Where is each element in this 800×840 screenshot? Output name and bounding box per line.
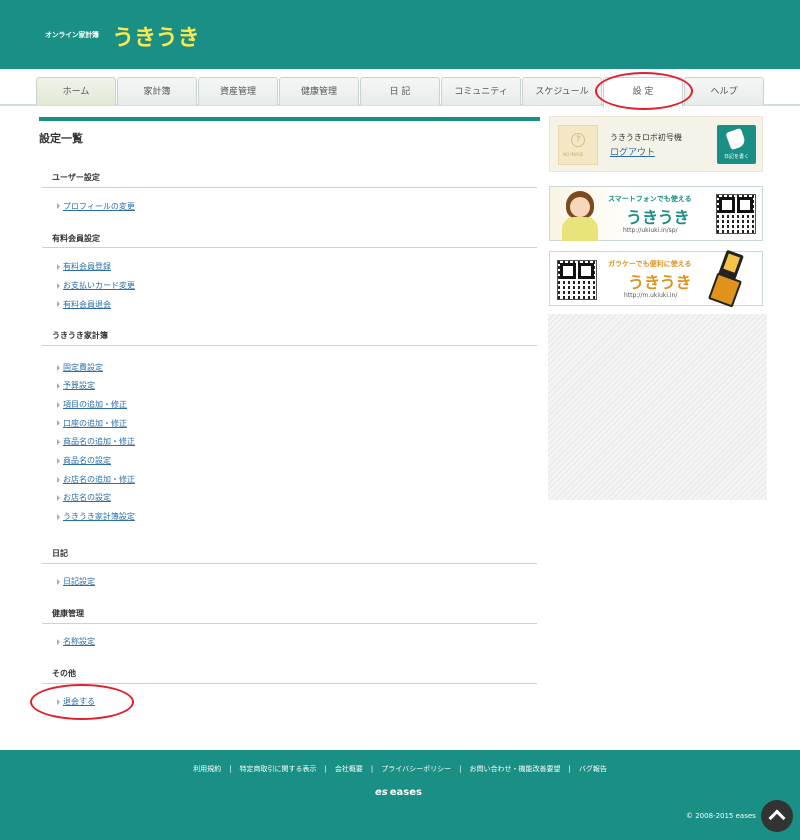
write-diary-label: 日記を書く — [723, 154, 749, 160]
section-heading-health: 健康管理 — [52, 609, 84, 618]
link-bullet-icon — [57, 283, 60, 289]
link-bullet-icon — [57, 699, 60, 705]
section-heading-diary: 日記 — [52, 549, 68, 558]
write-diary-button[interactable]: 日記を書く — [717, 125, 756, 164]
footer-link-company[interactable]: 会社概要 — [335, 765, 363, 773]
link-paid-member-register[interactable]: 有料会員登録 — [63, 261, 111, 272]
tab-community[interactable]: コミュニティ — [441, 77, 521, 105]
link-item-edit[interactable]: 項目の追加・修正 — [63, 399, 127, 410]
link-bullet-icon — [57, 458, 60, 464]
user-info-box: ? NO IMAGE うきうきロボ初号機 ログアウト 日記を書く — [549, 116, 763, 172]
tab-health-management[interactable]: 健康管理 — [279, 77, 359, 105]
footer-links: 利用規約 | 特定商取引に関する表示 | 会社概要 | プライバシーポリシー | お問い合わせ・… — [0, 764, 800, 774]
link-bullet-icon — [57, 439, 60, 445]
section-heading-other: その他 — [52, 669, 76, 678]
title-accent-bar — [39, 117, 540, 121]
flip-phone-illustration — [707, 249, 748, 308]
eases-logo-text: eases — [389, 787, 422, 798]
site-logo[interactable]: うきうき — [112, 20, 200, 52]
link-bullet-icon — [57, 264, 60, 270]
footer-separator: | — [229, 765, 232, 773]
smartphone-banner-brand: うきうき — [626, 208, 690, 227]
avatar-no-image-label: NO IMAGE — [563, 152, 584, 157]
link-bullet-icon — [57, 383, 60, 389]
footer-link-terms[interactable]: 利用規約 — [193, 765, 221, 773]
site-header: オンライン家計簿 うきうき — [0, 0, 800, 69]
tab-diary[interactable]: 日 記 — [360, 77, 440, 105]
link-bullet-icon — [57, 301, 60, 307]
tab-household-budget[interactable]: 家計簿 — [117, 77, 197, 105]
featurephone-banner-title: ガラケーでも便利に使える — [608, 260, 692, 268]
footer-separator: | — [370, 765, 374, 773]
qr-code-icon — [557, 260, 597, 300]
link-budget-settings[interactable]: 予算設定 — [63, 380, 95, 391]
link-store-name-edit[interactable]: お店名の追加・修正 — [63, 474, 135, 485]
avatar[interactable]: ? NO IMAGE — [558, 125, 598, 165]
link-paid-member-cancel[interactable]: 有料会員退会 — [63, 299, 111, 310]
eases-logo: es eases — [375, 787, 422, 798]
link-bullet-icon — [57, 365, 60, 371]
link-bullet-icon — [57, 495, 60, 501]
link-bullet-icon — [57, 579, 60, 585]
link-bullet-icon — [57, 514, 60, 520]
tab-settings[interactable]: 設 定 — [603, 77, 683, 107]
tab-asset-management[interactable]: 資産管理 — [198, 77, 278, 105]
question-icon: ? — [571, 133, 585, 147]
section-divider — [42, 563, 537, 564]
footer-separator: | — [459, 765, 462, 773]
link-bullet-icon — [57, 420, 60, 426]
qr-code-icon — [716, 194, 756, 234]
link-diary-settings[interactable]: 日記設定 — [63, 576, 95, 587]
link-store-name-settings[interactable]: お店名の設定 — [63, 492, 111, 503]
section-divider — [42, 345, 537, 346]
logo-subtitle: オンライン家計簿 — [45, 31, 99, 39]
tab-home[interactable]: ホーム — [36, 77, 116, 105]
footer-separator: | — [324, 765, 327, 773]
back-to-top-button[interactable] — [761, 800, 793, 832]
link-bullet-icon — [57, 639, 60, 645]
pen-icon — [725, 127, 747, 151]
link-bullet-icon — [57, 477, 60, 483]
section-divider — [42, 247, 537, 248]
link-withdraw[interactable]: 退会する — [63, 696, 95, 707]
link-fixed-cost-settings[interactable]: 固定費設定 — [63, 362, 103, 373]
link-name-settings[interactable]: 名称設定 — [63, 636, 95, 647]
smartphone-banner[interactable]: スマートフォンでも使える うきうき http://ukiuki.in/sp/ — [549, 186, 763, 241]
section-heading-user: ユーザー設定 — [52, 173, 100, 182]
footer-link-commerce-law[interactable]: 特定商取引に関する表示 — [240, 765, 317, 773]
eases-logo-mark: es — [375, 787, 388, 798]
smartphone-banner-url: http://ukiuki.in/sp/ — [623, 227, 678, 234]
link-bullet-icon — [57, 203, 60, 209]
link-profile-change[interactable]: プロフィールの変更 — [63, 201, 135, 212]
page-title: 設定一覧 — [39, 132, 83, 145]
username: うきうきロボ初号機 — [610, 133, 682, 142]
smartphone-banner-title: スマートフォンでも使える — [608, 195, 692, 203]
copyright: © 2008-2015 eases — [686, 812, 756, 820]
section-divider — [42, 187, 537, 188]
featurephone-banner[interactable]: ガラケーでも便利に使える うきうき http://m.ukiuki.in/ — [549, 249, 763, 308]
ad-placeholder — [548, 314, 767, 500]
link-ukiuki-budget-settings[interactable]: うきうき家計簿設定 — [63, 511, 135, 522]
footer-separator: | — [568, 765, 571, 773]
section-divider — [42, 623, 537, 624]
link-product-name-settings[interactable]: 商品名の設定 — [63, 455, 111, 466]
link-account-edit[interactable]: 口座の追加・修正 — [63, 418, 127, 429]
footer-link-contact[interactable]: お問い合わせ・機能改善要望 — [469, 765, 560, 773]
footer-link-privacy[interactable]: プライバシーポリシー — [381, 765, 451, 773]
section-heading-household-budget: うきうき家計簿 — [52, 331, 108, 340]
featurephone-banner-brand: うきうき — [628, 273, 692, 292]
logout-link[interactable]: ログアウト — [610, 145, 655, 158]
section-heading-paid-member: 有料会員設定 — [52, 234, 100, 243]
woman-with-phone-illustration — [560, 191, 600, 241]
tab-help[interactable]: ヘルプ — [684, 77, 764, 105]
footer-link-bug-report[interactable]: バグ報告 — [579, 765, 607, 773]
featurephone-banner-url: http://m.ukiuki.in/ — [624, 292, 678, 299]
link-product-name-edit[interactable]: 商品名の追加・修正 — [63, 436, 135, 447]
tab-schedule[interactable]: スケジュール — [522, 77, 602, 105]
section-divider — [42, 683, 537, 684]
link-payment-card-change[interactable]: お支払いカード変更 — [63, 280, 135, 291]
link-bullet-icon — [57, 402, 60, 408]
